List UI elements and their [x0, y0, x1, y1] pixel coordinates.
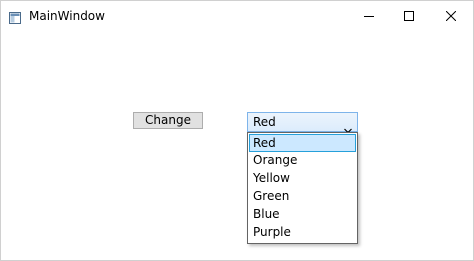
- dropdown-option-yellow[interactable]: Yellow: [249, 170, 356, 188]
- main-window: MainWindow Change Red Red Orange Yellow …: [0, 0, 474, 261]
- window-title: MainWindow: [29, 9, 105, 23]
- close-button[interactable]: [429, 1, 473, 29]
- minimize-icon: [364, 6, 374, 25]
- dropdown-option-purple[interactable]: Purple: [249, 224, 356, 242]
- combobox-dropdown-list: Red Orange Yellow Green Blue Purple: [247, 132, 358, 244]
- dropdown-option-orange[interactable]: Orange: [249, 152, 356, 170]
- color-combobox[interactable]: Red: [247, 112, 358, 134]
- chevron-down-icon: [344, 119, 352, 134]
- maximize-icon: [404, 6, 414, 25]
- maximize-button[interactable]: [387, 1, 431, 29]
- dropdown-option-green[interactable]: Green: [249, 188, 356, 206]
- minimize-button[interactable]: [347, 1, 391, 29]
- dropdown-option-blue[interactable]: Blue: [249, 206, 356, 224]
- title-bar[interactable]: MainWindow: [1, 1, 473, 31]
- window-app-icon: [9, 9, 21, 24]
- close-icon: [445, 6, 457, 25]
- change-button[interactable]: Change: [133, 112, 203, 129]
- dropdown-option-red[interactable]: Red: [249, 134, 356, 152]
- combobox-selected-value: Red: [253, 115, 276, 129]
